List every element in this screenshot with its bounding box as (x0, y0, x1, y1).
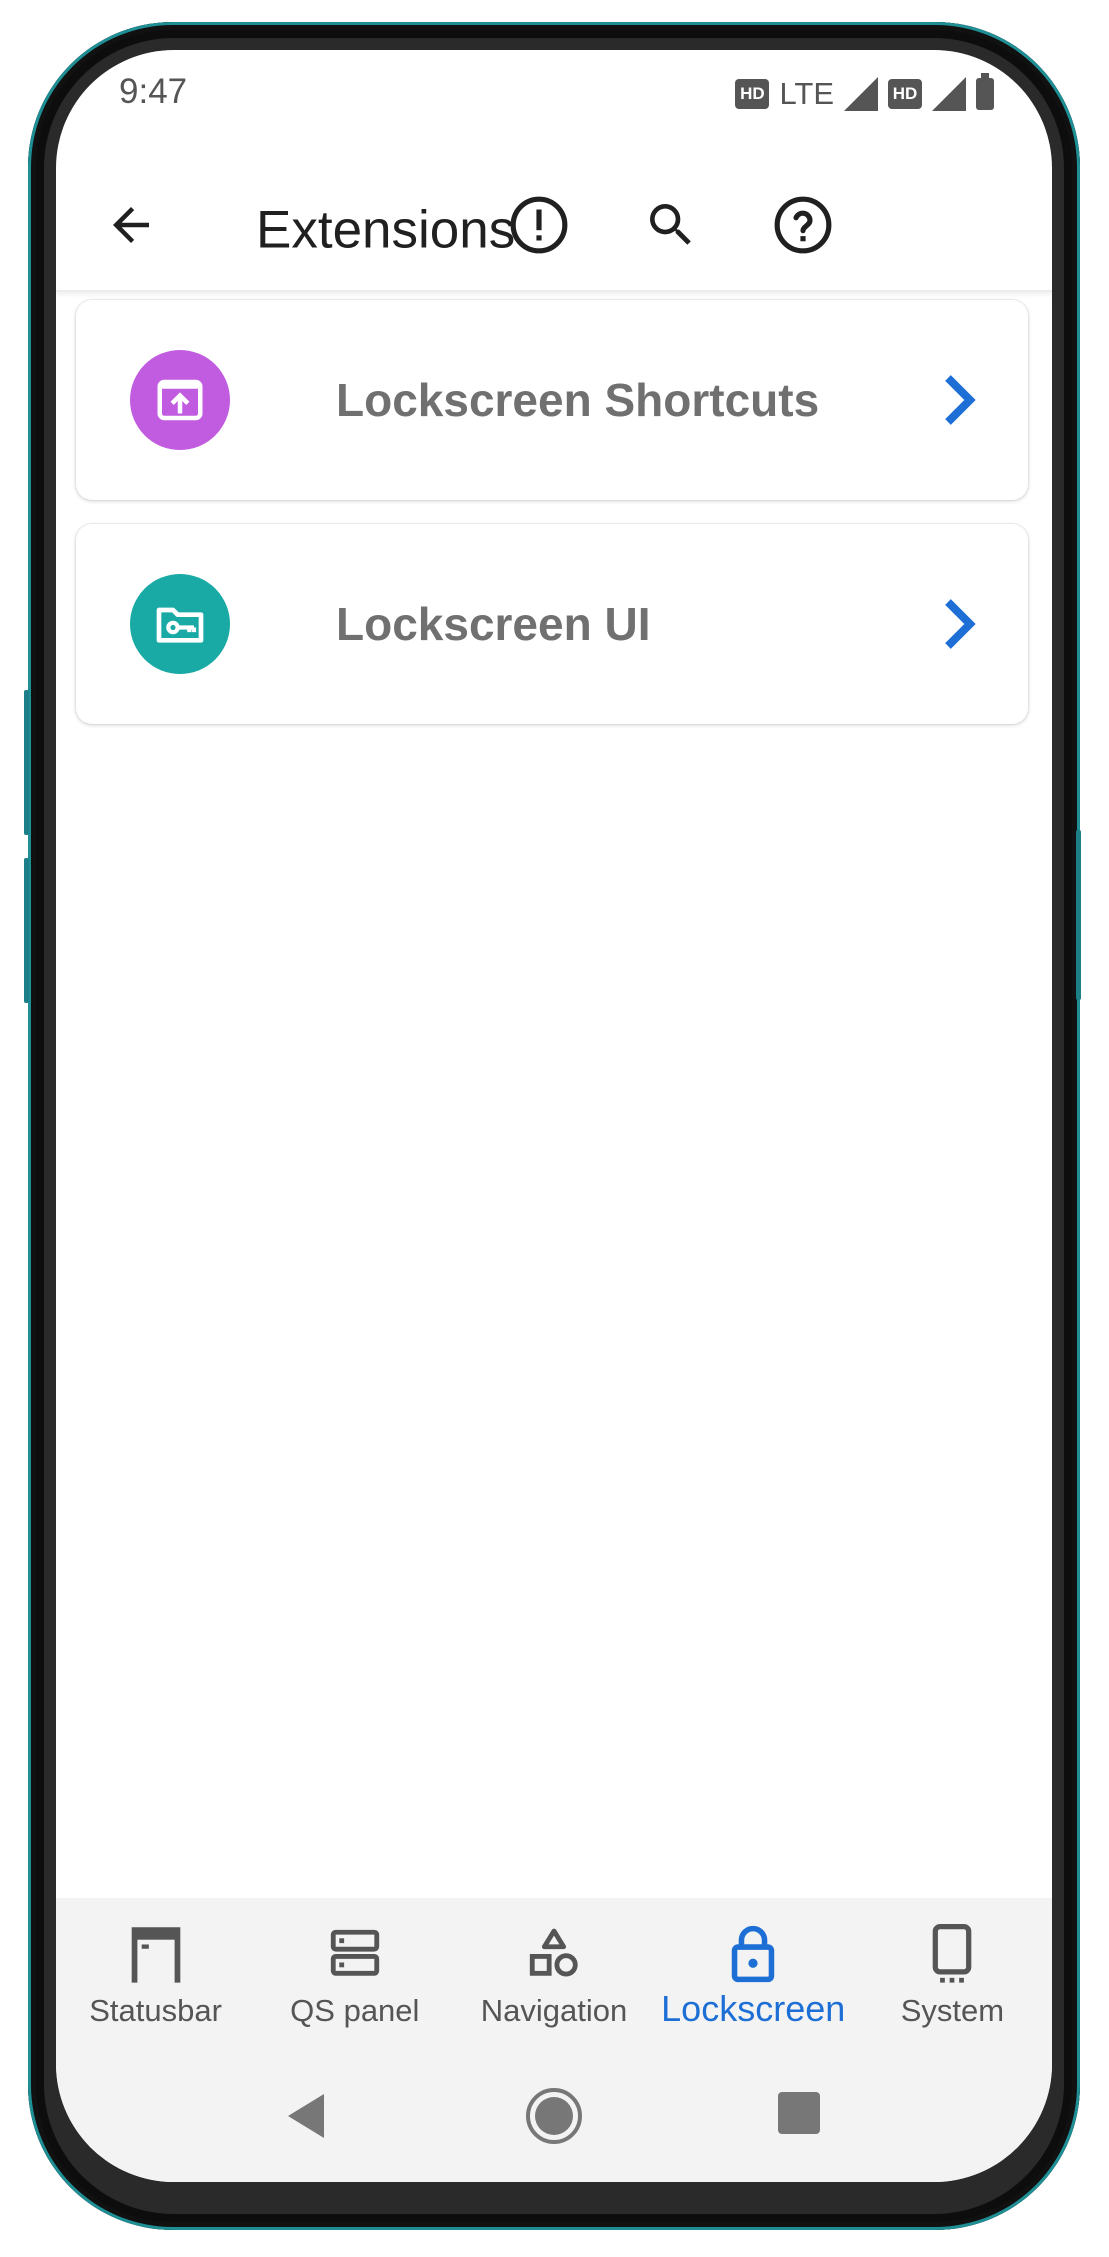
screen: 9:47 HD LTE HD Extensions Lockscreen Sho… (56, 50, 1052, 2182)
search-button[interactable] (634, 188, 708, 262)
back-button[interactable] (96, 190, 166, 260)
card-label: Lockscreen Shortcuts (336, 374, 820, 426)
search-icon (650, 204, 691, 245)
nav-label: System (900, 1993, 1005, 2028)
app-bar: Extensions (56, 160, 1052, 292)
nav-label: QS panel (290, 1993, 420, 2028)
navigation-icon (524, 1923, 584, 1985)
side-button-left-2 (24, 858, 29, 1003)
hd-badge-2: HD (888, 79, 922, 109)
nav-item-lockscreen[interactable]: Lockscreen (654, 1898, 853, 2048)
folder-key-icon (130, 574, 230, 674)
signal-icon (844, 77, 878, 111)
nav-item-system[interactable]: System (853, 1898, 1052, 2048)
card-label: Lockscreen UI (336, 598, 651, 650)
side-button-right (1076, 830, 1081, 1000)
phone-icon (922, 1923, 982, 1985)
nav-item-qs-panel[interactable]: QS panel (255, 1898, 454, 2048)
nav-item-statusbar[interactable]: Statusbar (56, 1898, 255, 2048)
system-navigation-bar (56, 2078, 1052, 2158)
alert-info-icon (510, 196, 568, 254)
status-bar: 9:47 HD LTE HD (56, 50, 1052, 150)
chevron-right-icon (945, 599, 976, 649)
nav-item-navigation[interactable]: Navigation (454, 1898, 653, 2048)
battery-icon (976, 73, 994, 110)
network-type: LTE (779, 76, 834, 111)
back-arrow-icon (113, 207, 149, 243)
nav-label: Navigation (480, 1993, 628, 2028)
qs-panel-icon (325, 1923, 385, 1985)
page-title: Extensions (256, 200, 516, 260)
recents-square-icon[interactable] (776, 2090, 822, 2136)
signal-icon-2 (932, 77, 966, 111)
side-button-left-1 (24, 690, 29, 835)
chevron-right-icon (945, 375, 976, 425)
shortcuts-icon (130, 350, 230, 450)
lock-icon (723, 1923, 783, 1985)
help-button[interactable] (766, 188, 840, 262)
back-triangle-icon[interactable] (284, 2090, 328, 2142)
status-icons: HD LTE HD (735, 73, 994, 112)
nav-label: Lockscreen (661, 1988, 846, 2029)
nav-label: Statusbar (89, 1993, 222, 2028)
list-item-lockscreen-ui[interactable]: Lockscreen UI (76, 524, 1028, 724)
home-circle-icon[interactable] (524, 2086, 584, 2146)
help-icon (774, 196, 832, 254)
alert-button[interactable] (502, 188, 576, 262)
status-time: 9:47 (119, 72, 188, 111)
statusbar-icon (126, 1923, 186, 1985)
list-item-lockscreen-shortcuts[interactable]: Lockscreen Shortcuts (76, 300, 1028, 500)
bottom-navigation: Statusbar QS panel Navigation Lockscreen… (56, 1898, 1052, 2048)
hd-badge: HD (735, 79, 770, 109)
bottom-area: Statusbar QS panel Navigation Lockscreen… (56, 1898, 1052, 2182)
